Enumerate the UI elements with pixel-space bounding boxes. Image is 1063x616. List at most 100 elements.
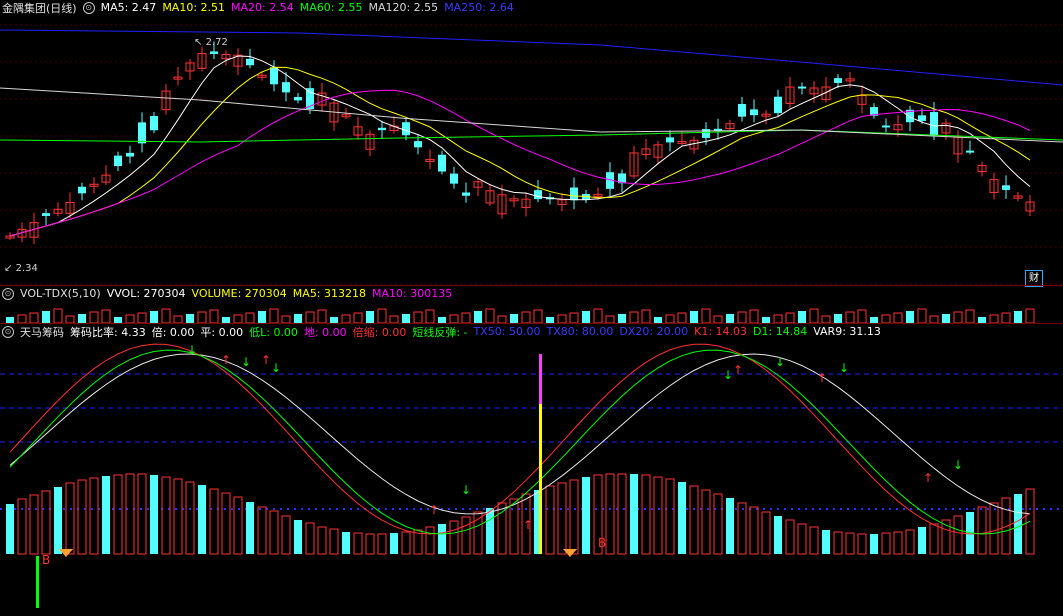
volume-bar	[65, 315, 75, 323]
candle-body-down	[930, 112, 938, 136]
chip-bar	[857, 533, 867, 555]
chip-bar	[761, 511, 771, 555]
ma10-line	[9, 66, 1031, 237]
volume-bar	[953, 311, 963, 323]
down-arrow-icon: ↓	[723, 368, 733, 382]
candle-body-down	[462, 192, 470, 196]
candle-body-down	[294, 97, 302, 101]
indicator-panel[interactable]: ↓ ↓ ↓ ↓ ↓ ↓ ↓ ↓ ↑ ↑ ↑ ↑ ↑ ↑ ↑ ⊙ 天马筹码 筹码比率: 4.33 倍: 0.0…	[0, 324, 1063, 616]
chip-bar	[173, 478, 183, 555]
ma5-line	[9, 55, 1031, 237]
chip-bar	[246, 502, 254, 554]
chip-indicator-chart[interactable]: ↓↓ ↓↓↓↓ ↓↓↑ ↑↑↑↑↑↑	[0, 324, 1063, 616]
volume-bar	[929, 315, 939, 323]
volume-bar	[101, 309, 111, 323]
candle-body-down	[246, 58, 254, 66]
volume-bar	[474, 311, 482, 323]
candle-body-down	[798, 86, 806, 89]
volume-bar	[857, 309, 867, 323]
chip-bar	[353, 532, 363, 555]
volume-bar	[773, 314, 783, 323]
ma10-label: MA10: 2.51	[162, 1, 226, 14]
candle-body-down	[114, 155, 122, 167]
chip-bar	[545, 485, 555, 555]
volume-bar	[29, 312, 39, 323]
chip-bar	[390, 533, 398, 554]
candle-body-down	[378, 127, 386, 131]
chip-bar	[749, 506, 759, 555]
volume-bar	[125, 314, 135, 323]
volume-bar	[942, 314, 950, 323]
chip-bar	[678, 482, 686, 554]
candle-body-down	[702, 129, 710, 138]
settings-icon[interactable]: ⊙	[82, 1, 95, 14]
ma60-line	[0, 129, 1063, 143]
chip-bar	[198, 485, 206, 554]
volume-bar	[497, 315, 507, 323]
volume-bar	[461, 312, 471, 323]
volume-bar	[425, 309, 435, 323]
stock-title[interactable]: 金隅集团(日线)	[2, 0, 77, 16]
d1-label: D1: 14.84	[753, 325, 808, 338]
volume-bar	[78, 314, 86, 323]
ma60-label: MA60: 2.55	[299, 1, 363, 14]
candle-body-down	[774, 96, 782, 114]
candle-body-down	[534, 190, 542, 200]
volume-bar	[965, 309, 975, 323]
k1-line	[9, 343, 1031, 535]
volume-bar	[197, 311, 207, 323]
chip-bar	[785, 519, 795, 555]
settings-icon[interactable]: ⊙	[2, 325, 14, 338]
chip-bar	[54, 487, 62, 554]
down-arrow-icon: ↓	[953, 458, 963, 472]
chip-bar	[605, 473, 615, 555]
candle-body-down	[750, 109, 758, 116]
chip-bar	[233, 496, 243, 555]
candle-body-down	[414, 141, 422, 148]
chip-bar	[209, 488, 219, 555]
volume-bar	[665, 314, 675, 323]
candle-body-down	[210, 51, 218, 54]
diamond-icon	[563, 549, 577, 557]
ratio-label: 筹码比率: 4.33	[70, 325, 146, 339]
up-arrow-icon: ↑	[523, 518, 533, 532]
candle-body-down	[450, 173, 458, 184]
signal-bar-magenta	[539, 354, 542, 404]
candle-body-down	[882, 125, 890, 128]
vol-indicator-name[interactable]: VOL-TDX(5,10)	[20, 287, 101, 300]
volume-panel[interactable]: ⊙ VOL-TDX(5,10) VVOL: 270304 VOLUME: 270…	[0, 286, 1063, 323]
candle-body-down	[282, 82, 290, 93]
volume-bar	[677, 312, 687, 323]
chip-bar	[870, 534, 878, 554]
volume-bar	[42, 311, 50, 323]
down-arrow-icon: ↓	[241, 355, 251, 369]
settings-icon[interactable]: ⊙	[2, 287, 14, 300]
high-price-label: ↖ 2.72	[194, 37, 228, 48]
chip-bar	[449, 520, 459, 555]
chip-bar	[425, 526, 435, 555]
volume-bar	[582, 311, 590, 323]
di-label: 地: 0.00	[303, 325, 347, 339]
chip-bar	[161, 476, 171, 555]
volume-bar	[713, 315, 723, 323]
chip-bar	[797, 523, 807, 555]
chip-bar	[65, 482, 75, 555]
volume-bar	[258, 311, 266, 323]
candle-body-down	[438, 154, 446, 172]
chip-bar	[377, 533, 387, 555]
candlestick-chart[interactable]	[0, 0, 1063, 285]
candle-body-down	[666, 137, 674, 143]
var9-line	[9, 353, 1031, 515]
chip-bar	[1001, 497, 1011, 555]
down-arrow-icon: ↓	[839, 361, 849, 375]
volume-bar	[593, 308, 603, 323]
chip-bar	[473, 511, 483, 555]
up-arrow-icon: ↑	[261, 353, 271, 367]
price-panel[interactable]: 金隅集团(日线) ⊙ MA5: 2.47 MA10: 2.51 MA20: 2.…	[0, 0, 1063, 287]
ind-name[interactable]: 天马筹码	[20, 324, 64, 340]
chip-bar	[342, 532, 350, 554]
volume-bar	[233, 314, 243, 323]
chip-bar	[905, 529, 915, 555]
volume-bar	[533, 309, 543, 323]
volume-bar	[366, 311, 374, 323]
